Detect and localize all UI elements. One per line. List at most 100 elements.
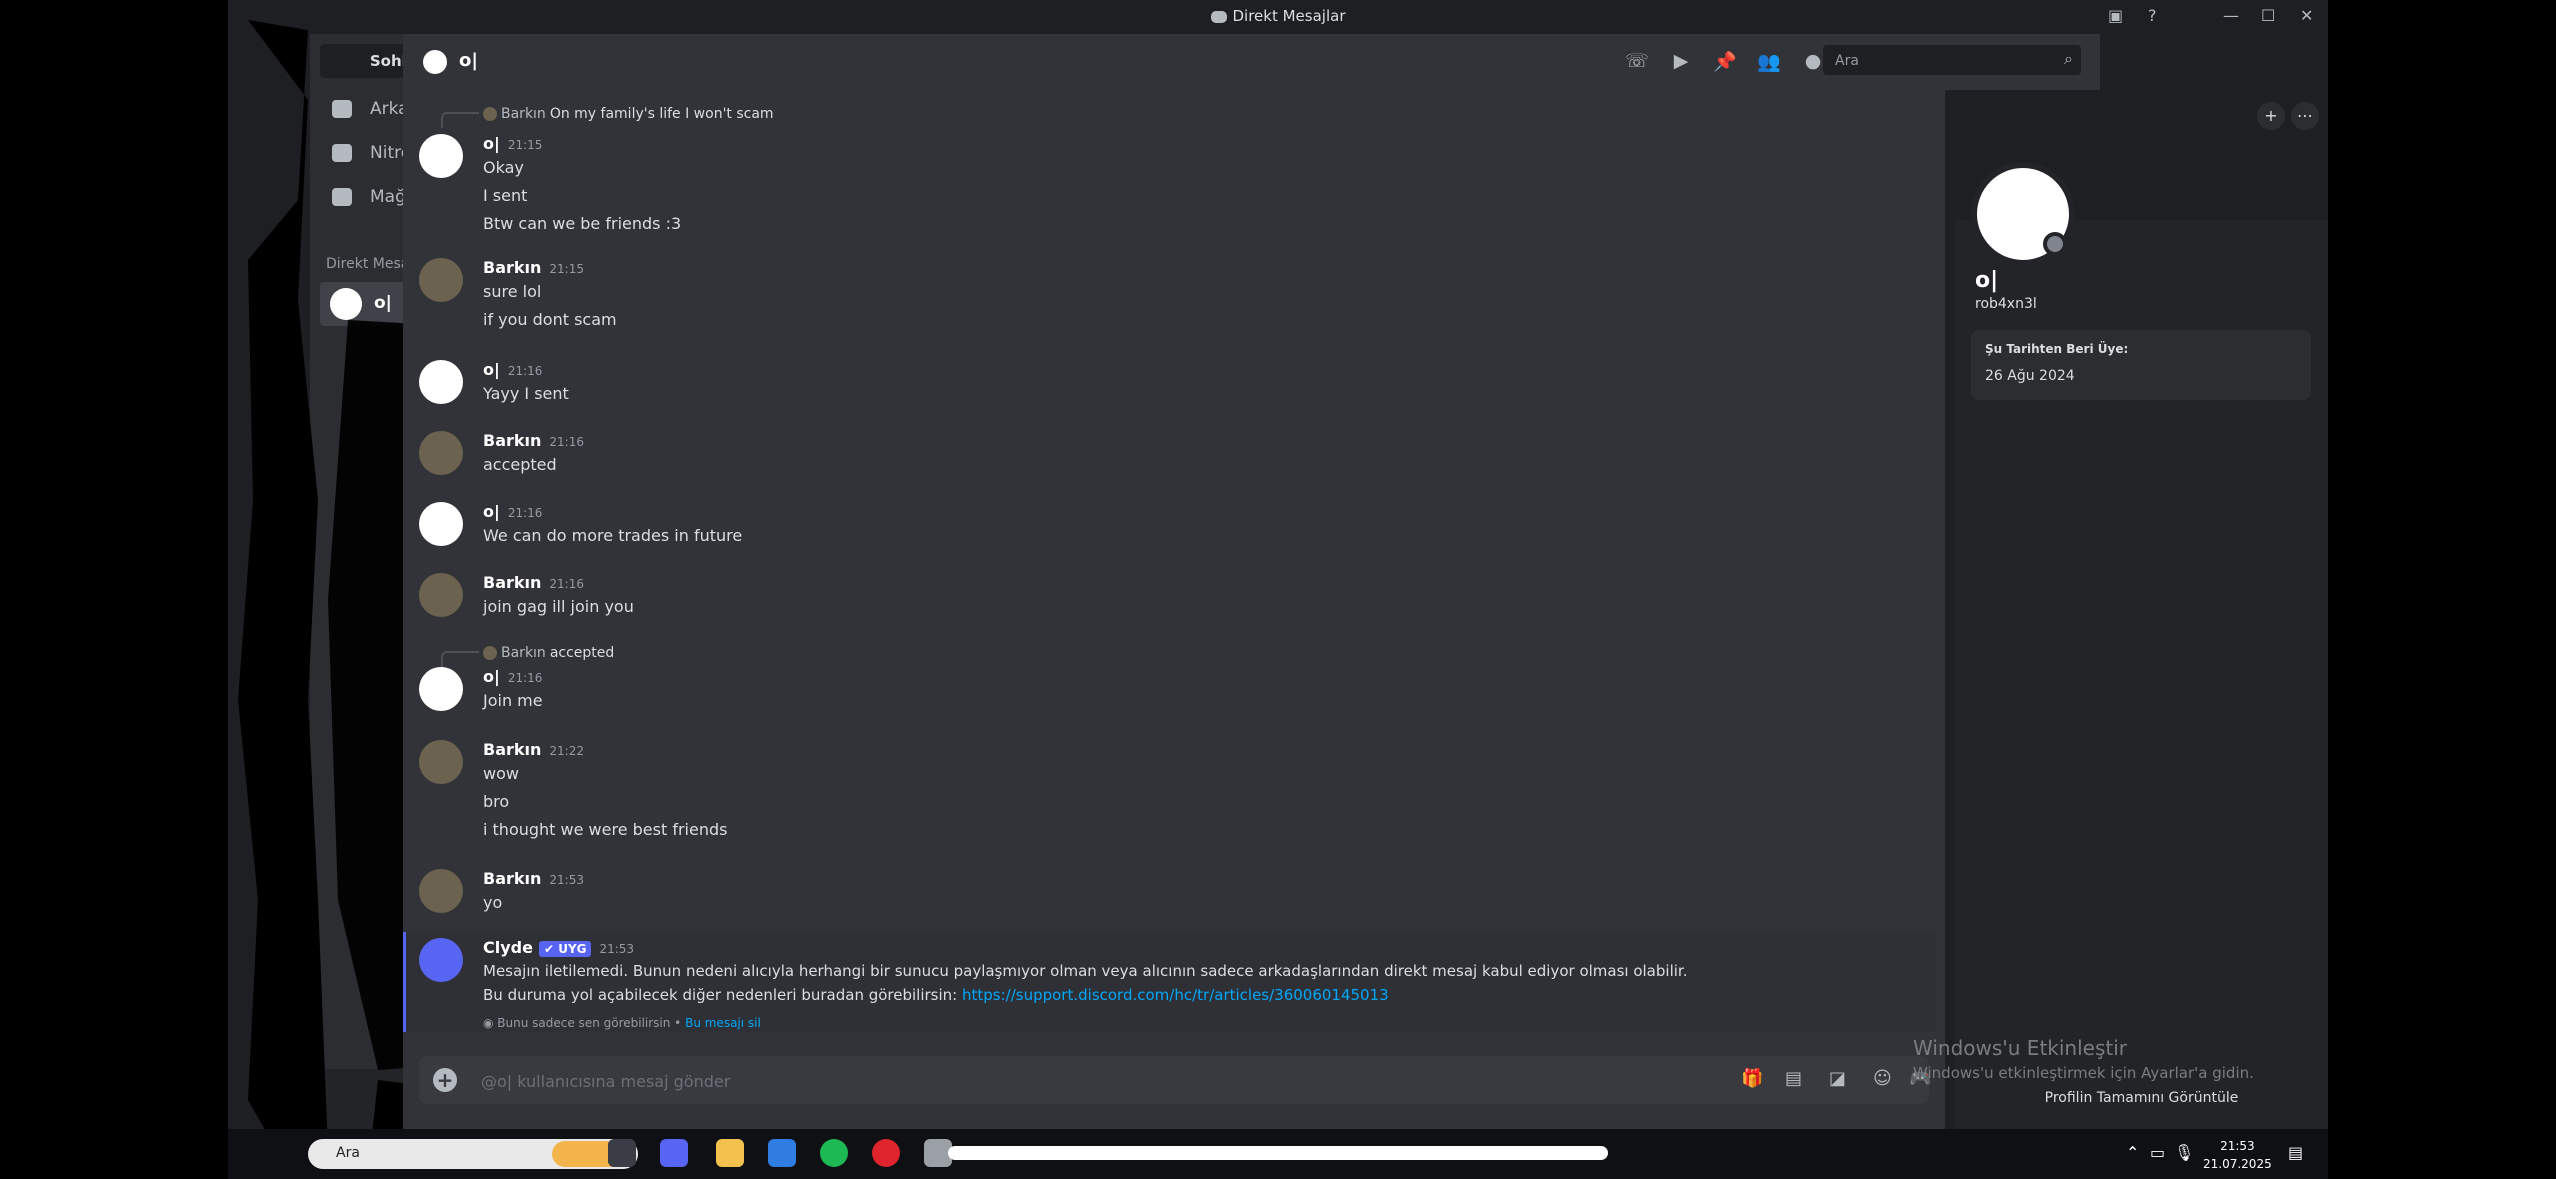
clock-time: 21:53 bbox=[2220, 1139, 2255, 1153]
inbox-icon[interactable]: ▣ bbox=[2108, 6, 2123, 25]
help-icon[interactable]: ? bbox=[2148, 6, 2157, 25]
member-since-date: 26 Ağu 2024 bbox=[1985, 368, 2075, 384]
message-composer: + 🎁 ▤ ◪ ☺ 🎮 bbox=[403, 1050, 1945, 1129]
more-options-icon[interactable]: ⋯ bbox=[2291, 102, 2319, 130]
discord-app-icon[interactable] bbox=[660, 1139, 688, 1167]
message-text: join gag ill join you bbox=[483, 597, 634, 616]
message-time: 21:16 bbox=[549, 577, 584, 591]
message-text: wow bbox=[483, 764, 519, 783]
message-author[interactable]: Barkın bbox=[483, 431, 541, 450]
avatar bbox=[483, 107, 497, 121]
avatar[interactable] bbox=[419, 431, 463, 475]
avatar bbox=[330, 288, 362, 320]
network-icon[interactable]: ▭ bbox=[2150, 1143, 2165, 1162]
avatar[interactable] bbox=[419, 134, 463, 178]
profile-panel: + ⋯ o| rob4xn3l Şu Tarihten Beri Üye: 26… bbox=[1955, 90, 2328, 1129]
message-time: 21:16 bbox=[507, 506, 543, 520]
message-author[interactable]: Barkın bbox=[483, 573, 541, 592]
avatar[interactable] bbox=[419, 502, 463, 546]
taskbar: Ara ⌃ ▭ 🎙 21:53 21.07.2025 ▤ bbox=[228, 1129, 2328, 1179]
message-text: accepted bbox=[483, 455, 557, 474]
message-input[interactable] bbox=[479, 1068, 1383, 1094]
message-text: Bu duruma yol açabilecek diğer nedenleri… bbox=[483, 986, 958, 1004]
gif-icon[interactable]: ▤ bbox=[1785, 1068, 1802, 1089]
message-author[interactable]: o| bbox=[483, 360, 500, 379]
dismiss-message-link[interactable]: Bu mesajı sil bbox=[685, 1016, 761, 1030]
opera-icon[interactable] bbox=[872, 1139, 900, 1167]
overlay-bar bbox=[948, 1146, 1608, 1160]
member-since-card: Şu Tarihten Beri Üye: 26 Ağu 2024 bbox=[1971, 330, 2311, 400]
file-explorer-icon[interactable] bbox=[716, 1139, 744, 1167]
upload-plus-icon[interactable]: + bbox=[433, 1068, 457, 1092]
taskbar-search[interactable]: Ara bbox=[308, 1139, 638, 1169]
message-author[interactable]: o| bbox=[483, 134, 500, 153]
reply-preview[interactable]: Barkın On my family's life I won't scam bbox=[483, 106, 774, 122]
friends-icon bbox=[332, 100, 352, 118]
message-time: 21:15 bbox=[507, 138, 543, 152]
app-badge: ✔ UYG bbox=[538, 940, 592, 957]
avatar[interactable] bbox=[419, 740, 463, 784]
profile-display-name: o| bbox=[1975, 268, 1999, 293]
emoji-icon[interactable]: ☺ bbox=[1873, 1068, 1892, 1089]
discord-icon bbox=[1210, 10, 1227, 23]
activation-watermark-title: Windows'u Etkinleştir bbox=[1913, 1036, 2128, 1060]
message-list: Barkın On my family's life I won't scam o… bbox=[403, 90, 1945, 1050]
shop-icon bbox=[332, 188, 352, 206]
avatar bbox=[483, 646, 497, 660]
microphone-icon[interactable]: 🎙 bbox=[2174, 1143, 2194, 1162]
search-input[interactable] bbox=[1833, 49, 2037, 73]
clyde-avatar[interactable] bbox=[419, 938, 463, 982]
sticker-icon[interactable]: ◪ bbox=[1829, 1068, 1846, 1089]
message-time: 21:16 bbox=[549, 435, 584, 449]
message-text: sure lol bbox=[483, 282, 542, 301]
store-icon[interactable] bbox=[768, 1139, 796, 1167]
member-since-label: Şu Tarihten Beri Üye: bbox=[1985, 342, 2129, 356]
message-text: if you dont scam bbox=[483, 310, 617, 329]
video-call-icon[interactable]: ▶ bbox=[1669, 50, 1693, 74]
close-button[interactable]: ✕ bbox=[2300, 6, 2313, 25]
message-time: 21:16 bbox=[507, 671, 543, 685]
message-author[interactable]: Barkın bbox=[483, 740, 541, 759]
title-bar: Direkt Mesajlar ▣ ? — ☐ ✕ bbox=[228, 0, 2328, 34]
avatar[interactable] bbox=[419, 360, 463, 404]
message-author[interactable]: o| bbox=[483, 502, 500, 521]
nitro-icon bbox=[332, 144, 352, 162]
add-friend-icon[interactable]: + bbox=[2257, 102, 2285, 130]
clock-date: 21.07.2025 bbox=[2203, 1157, 2272, 1171]
support-link[interactable]: https://support.discord.com/hc/tr/articl… bbox=[962, 986, 1389, 1004]
user-profile-icon[interactable]: ● bbox=[1801, 50, 1825, 74]
avatar bbox=[423, 50, 447, 74]
spotify-icon[interactable] bbox=[820, 1139, 848, 1167]
message-author[interactable]: Barkın bbox=[483, 869, 541, 888]
chevron-up-icon[interactable]: ⌃ bbox=[2126, 1143, 2139, 1162]
gift-icon[interactable]: 🎁 bbox=[1741, 1068, 1763, 1089]
avatar[interactable] bbox=[419, 869, 463, 913]
pin-icon[interactable]: 📌 bbox=[1713, 50, 1737, 74]
message-time: 21:53 bbox=[549, 873, 584, 887]
message-time: 21:22 bbox=[549, 744, 584, 758]
add-friends-to-dm-icon[interactable]: 👥 bbox=[1757, 50, 1781, 74]
taskbar-clock[interactable]: 21:53 21.07.2025 bbox=[2203, 1137, 2272, 1173]
voice-call-icon[interactable]: ☏ bbox=[1625, 50, 1649, 74]
message-author[interactable]: o| bbox=[483, 667, 500, 686]
search-icon: ⌕ bbox=[2064, 49, 2073, 68]
avatar[interactable] bbox=[419, 667, 463, 711]
avatar[interactable] bbox=[419, 573, 463, 617]
view-full-profile-button[interactable]: Profilin Tamamını Görüntüle bbox=[1955, 1090, 2328, 1106]
search-box[interactable]: ⌕ bbox=[1823, 45, 2081, 75]
maximize-button[interactable]: ☐ bbox=[2261, 6, 2275, 25]
message-author[interactable]: Barkın bbox=[483, 258, 541, 277]
message-text: Okay bbox=[483, 158, 524, 177]
reply-preview[interactable]: Barkın accepted bbox=[483, 645, 614, 661]
message-text: I sent bbox=[483, 186, 528, 205]
minimize-button[interactable]: — bbox=[2223, 6, 2239, 25]
message-text: Yayy I sent bbox=[483, 384, 569, 403]
notification-icon[interactable]: ▤ bbox=[2288, 1143, 2303, 1162]
message-text: i thought we were best friends bbox=[483, 820, 728, 839]
message-text: We can do more trades in future bbox=[483, 526, 743, 545]
task-view-icon[interactable] bbox=[608, 1139, 636, 1167]
eye-icon: ◉ bbox=[483, 1016, 498, 1030]
message-text-failed: yo bbox=[483, 893, 503, 912]
avatar[interactable] bbox=[419, 258, 463, 302]
message-author[interactable]: Clyde bbox=[483, 938, 533, 957]
